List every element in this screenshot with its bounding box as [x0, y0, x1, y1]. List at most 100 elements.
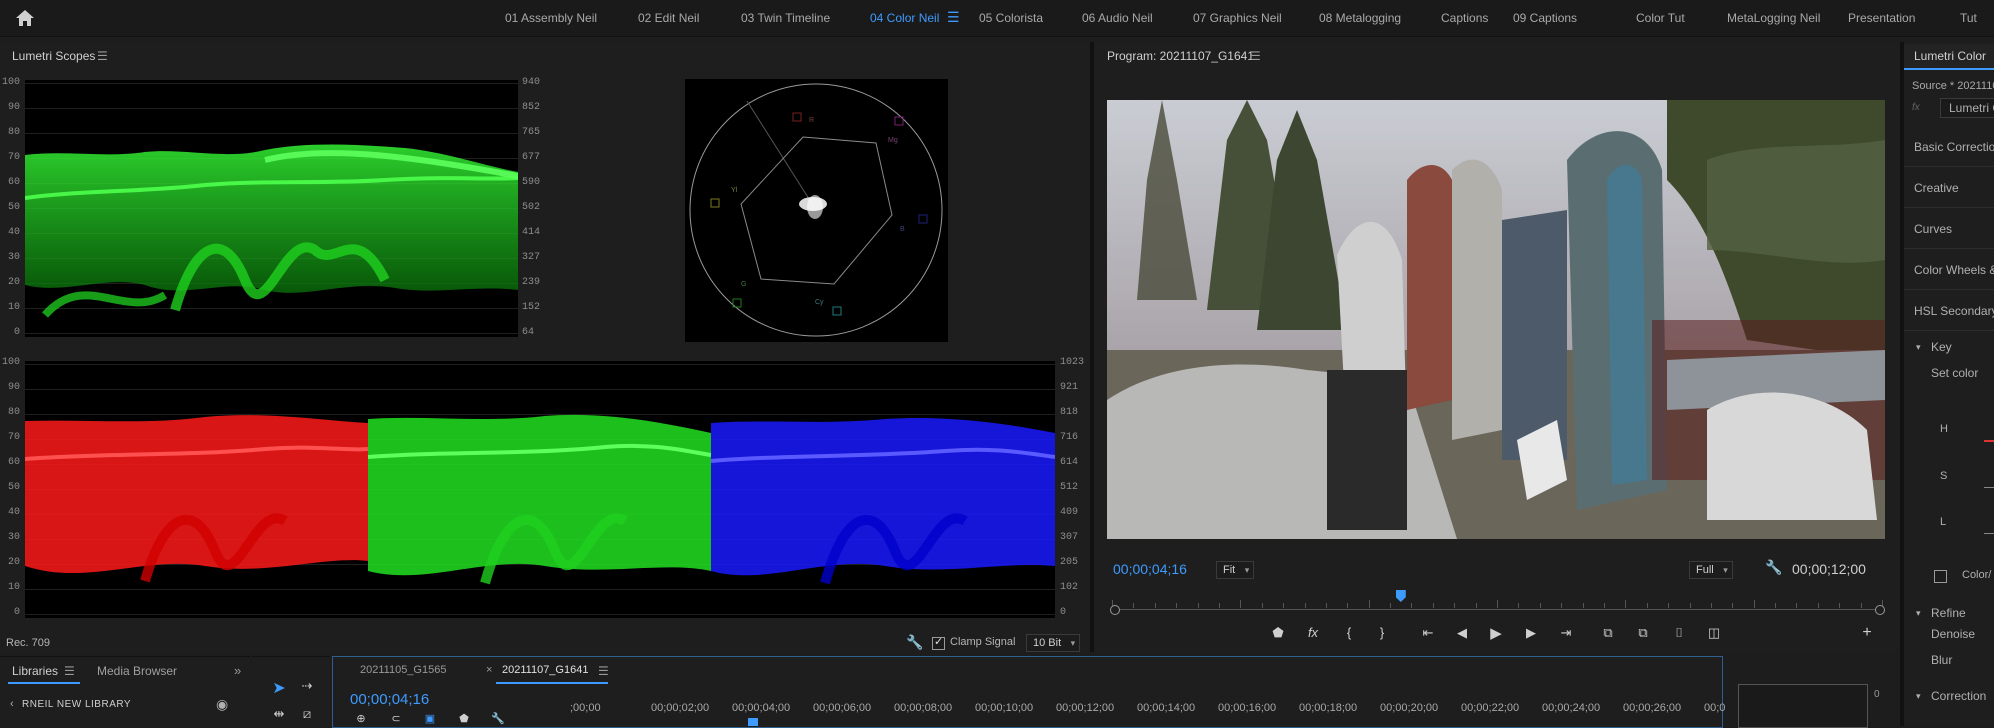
lumetri-source-label: Source * 2021110 — [1912, 80, 1994, 92]
scrub-tick — [1368, 600, 1370, 608]
key-disclosure-chevron-icon[interactable]: ▾ — [1916, 342, 1921, 353]
comparison-view-icon[interactable]: ◫ — [1705, 625, 1723, 641]
correction-disclosure-chevron-icon[interactable]: ▾ — [1916, 691, 1921, 702]
workspace-tab[interactable]: 03 Twin Timeline — [741, 11, 830, 25]
bit-depth-dropdown[interactable]: 10 Bit ▾ — [1026, 634, 1081, 652]
program-panel-menu-icon[interactable]: ☰ — [1250, 49, 1261, 63]
track-select-tool-icon[interactable]: ⇢ — [298, 678, 316, 694]
razor-tool-icon[interactable]: ⧄ — [298, 706, 316, 722]
scrub-tick — [1347, 603, 1349, 608]
vector-label-r: R — [809, 117, 814, 124]
go-to-in-icon[interactable]: ⇤ — [1419, 625, 1437, 641]
timeline-settings-icon[interactable]: 🔧 — [489, 712, 507, 725]
program-monitor-title[interactable]: Program: 20211107_G1641 — [1107, 49, 1254, 63]
add-marker-timeline-icon[interactable]: ▣ — [421, 712, 439, 725]
library-user-icon[interactable]: ◉ — [216, 696, 228, 713]
scopes-panel-menu-icon[interactable]: ☰ — [97, 49, 108, 63]
button-editor-plus-icon[interactable]: + — [1858, 624, 1876, 642]
lum-slider-marker[interactable] — [1984, 533, 1994, 534]
program-video-frame — [1107, 100, 1885, 539]
key-section-label[interactable]: Key — [1931, 340, 1952, 354]
export-frame-icon[interactable]: ⌷ — [1670, 625, 1688, 641]
clamp-signal-checkbox[interactable] — [932, 635, 945, 650]
lumetri-effect-dropdown[interactable]: Lumetri C — [1940, 98, 1994, 118]
lumetri-section-header[interactable]: Creative — [1914, 181, 1959, 195]
linked-selection-icon[interactable]: ⊂ — [387, 712, 405, 725]
scrub-tick — [1582, 603, 1584, 608]
correction-section-label[interactable]: Correction — [1931, 689, 1986, 703]
program-playhead[interactable] — [1395, 590, 1406, 602]
colorspace-label[interactable]: Rec. 709 — [6, 637, 50, 649]
workspace-tab[interactable]: 04 Color Neil — [870, 11, 939, 25]
workspace-tab[interactable]: 08 Metalogging — [1319, 11, 1401, 25]
snap-icon[interactable]: ⊕ — [352, 712, 370, 725]
sat-slider-marker[interactable] — [1984, 487, 1994, 488]
workspace-tab[interactable]: 07 Graphics Neil — [1193, 11, 1282, 25]
timeline-tab-inactive[interactable]: 20211105_G1565 — [360, 664, 446, 676]
scope-tick-label: 512 — [1060, 482, 1079, 493]
media-browser-tab[interactable]: Media Browser — [97, 664, 177, 678]
playback-resolution-dropdown[interactable]: Full ▾ — [1689, 561, 1733, 579]
program-timeline-scrub[interactable] — [1110, 590, 1885, 620]
home-icon[interactable] — [14, 8, 36, 28]
workspace-tab[interactable]: MetaLogging Neil — [1727, 11, 1820, 25]
lumetri-section-header[interactable]: Curves — [1914, 222, 1952, 236]
timeline-marker-icon[interactable]: ⬟ — [455, 712, 473, 725]
fx-icon[interactable]: fx — [1304, 625, 1322, 640]
workspace-tab[interactable]: 05 Colorista — [979, 11, 1043, 25]
scrub-start-handle[interactable] — [1110, 605, 1120, 615]
libraries-panel-menu-icon[interactable]: ☰ — [64, 664, 75, 678]
add-marker-icon[interactable]: ⬟ — [1269, 625, 1287, 641]
scope-tick-label: 50 — [7, 482, 20, 493]
lumetri-section-header[interactable]: Basic Correction — [1914, 140, 1994, 154]
workspace-tab[interactable]: 02 Edit Neil — [638, 11, 699, 25]
library-name[interactable]: RNEIL NEW LIBRARY — [22, 699, 131, 710]
lumetri-section-header[interactable]: HSL Secondary — [1914, 304, 1994, 318]
timeline-timecode[interactable]: 00;00;04;16 — [350, 691, 429, 708]
workspace-tab[interactable]: Tut — [1960, 11, 1977, 25]
step-back-icon[interactable]: ◀︎ — [1453, 625, 1471, 641]
lumetri-effect-label: Lumetri C — [1949, 101, 1994, 115]
workspace-tab[interactable]: 06 Audio Neil — [1082, 11, 1153, 25]
lumetri-section-header[interactable]: Color Wheels & — [1914, 263, 1994, 277]
library-back-chevron-icon[interactable]: ‹ — [10, 698, 14, 710]
tools-panel — [252, 656, 330, 727]
refine-section-label[interactable]: Refine — [1931, 606, 1966, 620]
step-forward-icon[interactable]: ▶︎ — [1522, 625, 1540, 641]
program-current-timecode[interactable]: 00;00;04;16 — [1113, 561, 1187, 577]
go-to-out-icon[interactable]: ⇥ — [1557, 625, 1575, 641]
scope-tick-label: 50 — [7, 202, 20, 213]
lumetri-color-tab[interactable]: Lumetri Color — [1904, 44, 1994, 70]
scrub-tick — [1775, 603, 1777, 608]
scopes-panel-title[interactable]: Lumetri Scopes — [12, 49, 95, 63]
mark-out-icon[interactable]: } — [1373, 625, 1391, 640]
workspace-tab[interactable]: 09 Captions — [1513, 11, 1577, 25]
workspace-tab[interactable]: Presentation — [1848, 11, 1915, 25]
ripple-edit-tool-icon[interactable]: ⇹ — [270, 706, 288, 722]
play-icon[interactable]: ▶ — [1487, 624, 1505, 642]
workspace-tab[interactable]: Captions — [1441, 11, 1488, 25]
timeline-tab-active[interactable]: 20211107_G1641 ☰ — [496, 660, 609, 684]
lift-icon[interactable]: ⧉ — [1599, 625, 1617, 641]
selection-tool-icon[interactable]: ➤ — [270, 678, 288, 698]
libraries-tab[interactable]: Libraries ☰ — [8, 660, 80, 684]
timeline-playhead[interactable] — [748, 718, 758, 726]
scrub-end-handle[interactable] — [1875, 605, 1885, 615]
workspace-menu-icon[interactable]: ☰ — [947, 9, 960, 26]
panel-overflow-icon[interactable]: » — [234, 663, 241, 678]
scope-tick-label: 818 — [1060, 407, 1079, 418]
scrub-tick — [1817, 603, 1819, 608]
hue-slider-marker[interactable] — [1984, 440, 1994, 442]
workspace-tab[interactable]: Color Tut — [1636, 11, 1685, 25]
extract-icon[interactable]: ⧉ — [1634, 625, 1652, 641]
refine-disclosure-chevron-icon[interactable]: ▾ — [1916, 608, 1921, 619]
color-gray-checkbox[interactable] — [1934, 570, 1947, 583]
workspace-tab[interactable]: 01 Assembly Neil — [505, 11, 597, 25]
scopes-settings-icon[interactable]: 🔧 — [906, 634, 923, 651]
program-settings-icon[interactable]: 🔧 — [1765, 559, 1782, 576]
timeline-panel-menu-icon[interactable]: ☰ — [598, 664, 609, 678]
close-icon[interactable]: × — [486, 664, 492, 676]
mark-in-icon[interactable]: { — [1340, 625, 1358, 640]
fx-toggle-icon[interactable]: fx — [1912, 102, 1920, 113]
zoom-fit-dropdown[interactable]: Fit ▾ — [1216, 561, 1255, 579]
